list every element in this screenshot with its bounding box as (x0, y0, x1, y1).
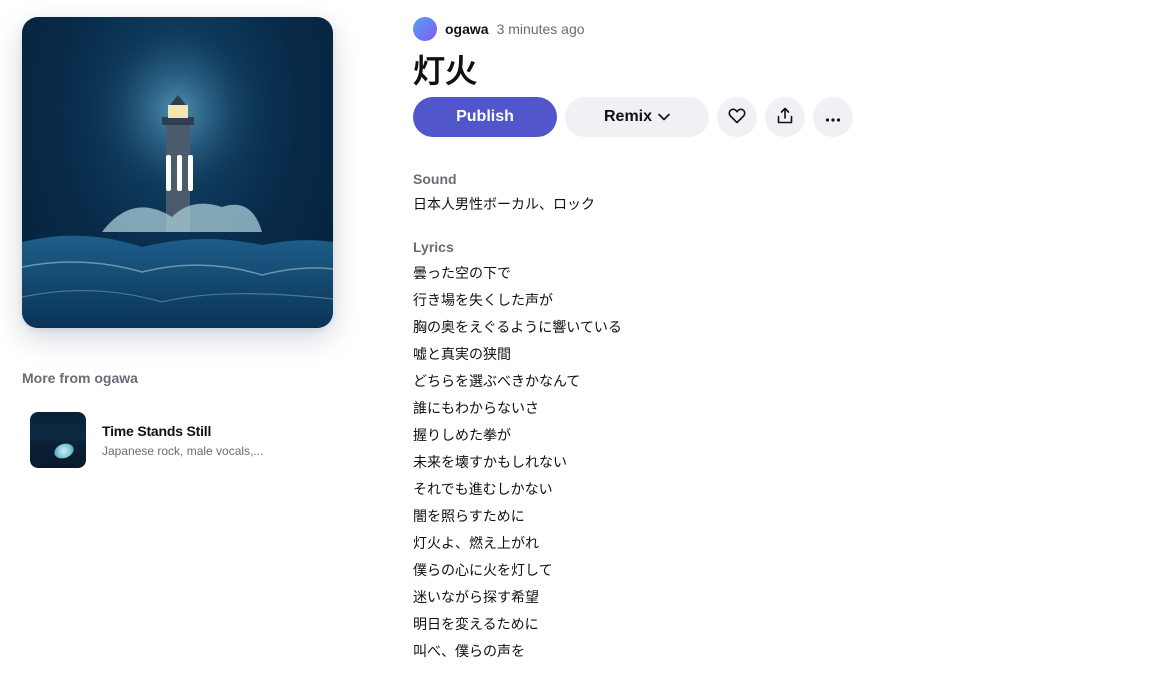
lyric-line: 誰にもわからないさ (413, 400, 539, 416)
remix-label: Remix (603, 108, 653, 125)
lyric-line: 胸の奥をえぐるように響いている (413, 319, 622, 335)
action-bar: Publish Remix (413, 97, 853, 137)
play-bar (177, 155, 182, 191)
remix-button[interactable]: Remix (565, 97, 709, 137)
more-options-button[interactable] (813, 97, 853, 137)
pocket-watch-image (52, 441, 76, 461)
lyric-line: 明日を変えるために (413, 616, 539, 632)
playing-bars-icon[interactable] (166, 155, 193, 191)
heart-icon (728, 108, 746, 127)
timestamp: 3 minutes ago (496, 21, 585, 37)
more-from-heading: More from ogawa (22, 370, 138, 386)
lyrics-label: Lyrics (413, 239, 454, 255)
lyric-line: 握りしめた拳が (413, 427, 511, 443)
lyric-line: 灯火よ、燃え上がれ (413, 535, 539, 551)
like-button[interactable] (717, 97, 757, 137)
lyric-line: 闇を照らすために (413, 508, 525, 524)
song-cover-art[interactable] (22, 17, 333, 328)
more-from-item-title[interactable]: Time Stands Still (102, 423, 263, 439)
more-from-item-subtitle: Japanese rock, male vocals,... (102, 443, 264, 458)
lyric-line: 行き場を失くした声が (413, 292, 553, 308)
avatar[interactable] (413, 17, 437, 41)
lyric-line: 僕らの心に火を灯して (413, 562, 553, 578)
lyric-line: 迷いながら探す希望 (413, 589, 539, 605)
more-from-thumbnail (30, 412, 86, 468)
ellipsis-icon (825, 110, 841, 125)
chevron-down-icon (658, 113, 670, 121)
lyric-line: 未来を壊すかもしれない (413, 454, 567, 470)
lyric-line: 曇った空の下で (413, 265, 511, 281)
play-bar (188, 155, 193, 191)
lyric-line: それでも進むしかない (413, 481, 553, 497)
share-upload-icon (777, 107, 793, 128)
sound-value: 日本人男性ボーカル、ロック (413, 196, 595, 212)
author-name[interactable]: ogawa (445, 21, 489, 37)
play-bar (166, 155, 171, 191)
publish-button[interactable]: Publish (413, 97, 557, 137)
lyric-line: 叫べ、僕らの声を (413, 643, 525, 659)
share-button[interactable] (765, 97, 805, 137)
lyric-line: どちらを選ぶべきかなんて (413, 373, 581, 389)
song-title: 灯火 (413, 53, 478, 89)
more-from-item[interactable]: Time Stands Still Japanese rock, male vo… (30, 412, 263, 468)
sound-label: Sound (413, 171, 457, 187)
song-meta: ogawa 3 minutes ago (413, 17, 585, 41)
lyric-line: 嘘と真実の狭間 (413, 346, 511, 362)
lyrics-body: 曇った空の下で 行き場を失くした声が 胸の奥をえぐるように響いている 嘘と真実の… (413, 264, 622, 669)
